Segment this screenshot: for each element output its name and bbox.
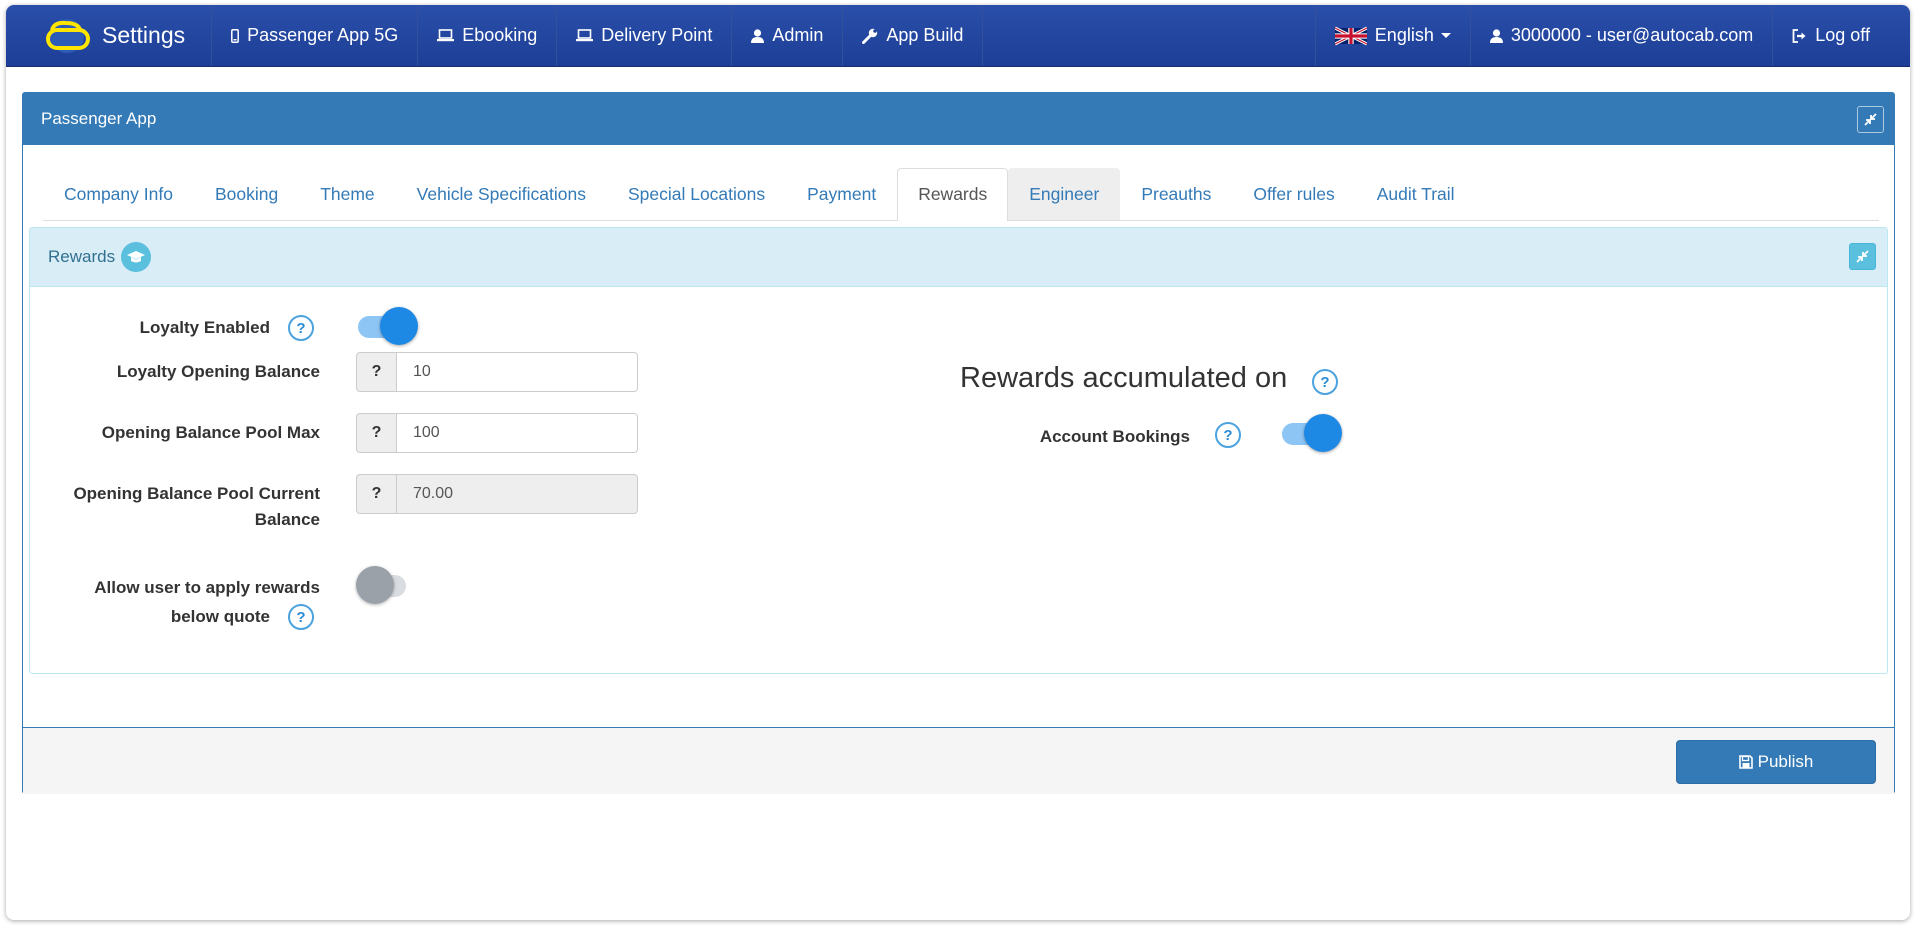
publish-label: Publish xyxy=(1757,752,1814,771)
publish-button[interactable]: Publish xyxy=(1676,740,1876,784)
toggle-knob xyxy=(380,307,418,345)
autocab-logo-icon xyxy=(44,18,90,53)
below-quote-help-icon[interactable]: ? xyxy=(288,604,314,630)
top-navbar: Settings Passenger App 5G Ebooking Deliv… xyxy=(6,5,1910,67)
rewards-collapse-button[interactable] xyxy=(1849,243,1876,270)
sign-out-icon xyxy=(1792,28,1807,43)
pool-current-group: ? xyxy=(356,474,638,514)
nav-admin-label: Admin xyxy=(772,25,824,45)
compress-icon xyxy=(1856,250,1869,263)
tab-booking[interactable]: Booking xyxy=(194,168,299,220)
brand[interactable]: Settings xyxy=(6,5,213,66)
pool-current-label-line2: Balance xyxy=(254,510,320,529)
nav-app-build[interactable]: App Build xyxy=(843,5,984,66)
nav-delivery-point[interactable]: Delivery Point xyxy=(557,5,733,66)
tab-rewards[interactable]: Rewards xyxy=(897,168,1009,221)
pool-max-help-addon[interactable]: ? xyxy=(356,413,396,453)
panel-title: Passenger App xyxy=(41,109,157,128)
account-bookings-help-icon[interactable]: ? xyxy=(1215,422,1241,448)
language-dropdown[interactable]: English xyxy=(1314,5,1470,66)
pool-current-label-line1: Opening Balance Pool Current xyxy=(73,484,320,503)
pool-max-label: Opening Balance Pool Max xyxy=(101,423,320,442)
tab-vehicle-specifications[interactable]: Vehicle Specifications xyxy=(396,168,607,220)
pool-current-help-addon[interactable]: ? xyxy=(356,474,396,514)
user-label: 3000000 - user@autocab.com xyxy=(1510,25,1754,45)
loyalty-enabled-toggle[interactable] xyxy=(356,306,418,346)
loyalty-enabled-help-icon[interactable]: ? xyxy=(288,315,314,341)
tab-special-locations[interactable]: Special Locations xyxy=(607,168,786,220)
save-icon xyxy=(1738,755,1753,769)
nav-app-build-label: App Build xyxy=(886,25,964,45)
nav-admin[interactable]: Admin xyxy=(732,5,844,66)
panel-footer: Publish xyxy=(23,727,1894,794)
account-bookings-label: Account Bookings xyxy=(1039,427,1190,446)
brand-title: Settings xyxy=(102,22,186,48)
laptop-icon xyxy=(576,29,594,42)
rewards-accumulated-help-icon[interactable]: ? xyxy=(1312,369,1338,395)
tab-payment[interactable]: Payment xyxy=(786,168,897,220)
app-window: Settings Passenger App 5G Ebooking Deliv… xyxy=(6,5,1910,920)
nav-delivery-point-label: Delivery Point xyxy=(601,25,713,45)
toggle-knob xyxy=(356,566,394,604)
tab-preauths[interactable]: Preauths xyxy=(1120,168,1232,220)
passenger-app-panel: Passenger App Company Info Booking Theme… xyxy=(22,92,1895,794)
uk-flag-icon xyxy=(1334,26,1367,46)
nav-ebooking[interactable]: Ebooking xyxy=(418,5,558,66)
pool-current-label: Opening Balance Pool Current Balance xyxy=(50,481,320,533)
language-label: English xyxy=(1374,25,1434,45)
tab-audit-trail[interactable]: Audit Trail xyxy=(1356,168,1476,220)
rewards-accumulated-title: Rewards accumulated on xyxy=(960,362,1288,394)
tab-offer-rules[interactable]: Offer rules xyxy=(1232,168,1355,220)
user-account[interactable]: 3000000 - user@autocab.com xyxy=(1469,5,1772,66)
logoff-label: Log off xyxy=(1815,25,1870,45)
user-icon xyxy=(1489,28,1503,43)
tab-theme[interactable]: Theme xyxy=(299,168,395,220)
loyalty-enabled-label: Loyalty Enabled xyxy=(139,318,270,337)
compress-icon xyxy=(1864,113,1877,126)
tab-bar: Company Info Booking Theme Vehicle Speci… xyxy=(43,168,1879,221)
user-icon xyxy=(751,28,765,43)
wrench-icon xyxy=(862,28,878,44)
nav-ebooking-label: Ebooking xyxy=(462,25,538,45)
opening-balance-group: ? xyxy=(356,352,638,392)
laptop-icon xyxy=(437,29,455,42)
caret-down-icon xyxy=(1440,33,1451,38)
account-bookings-toggle[interactable] xyxy=(1280,413,1342,453)
nav-passenger-app[interactable]: Passenger App 5G xyxy=(212,5,419,66)
rewards-panel-title: Rewards xyxy=(48,247,116,266)
pool-max-group: ? xyxy=(356,413,638,453)
panel-header: Passenger App xyxy=(23,93,1894,145)
pool-max-input[interactable] xyxy=(396,413,638,453)
nav-passenger-app-label: Passenger App 5G xyxy=(247,25,399,45)
opening-balance-label: Loyalty Opening Balance xyxy=(116,362,320,381)
mobile-icon xyxy=(231,28,240,43)
opening-balance-help-addon[interactable]: ? xyxy=(356,352,396,392)
logoff-button[interactable]: Log off xyxy=(1772,5,1910,66)
below-quote-toggle[interactable] xyxy=(356,565,418,605)
tab-company-info[interactable]: Company Info xyxy=(43,168,194,220)
rewards-panel-header: Rewards xyxy=(30,228,1887,287)
rewards-panel: Rewards Loyalty Enabled ? Loyalty Openin… xyxy=(29,227,1888,674)
below-quote-label-line1: Allow user to apply rewards xyxy=(94,578,320,597)
tab-engineer[interactable]: Engineer xyxy=(1008,168,1121,220)
panel-collapse-button[interactable] xyxy=(1857,106,1884,133)
graduation-cap-icon xyxy=(121,242,152,272)
pool-current-input xyxy=(396,474,638,514)
opening-balance-input[interactable] xyxy=(396,352,638,392)
below-quote-label-line2: below quote xyxy=(170,607,270,626)
toggle-knob xyxy=(1304,414,1342,452)
